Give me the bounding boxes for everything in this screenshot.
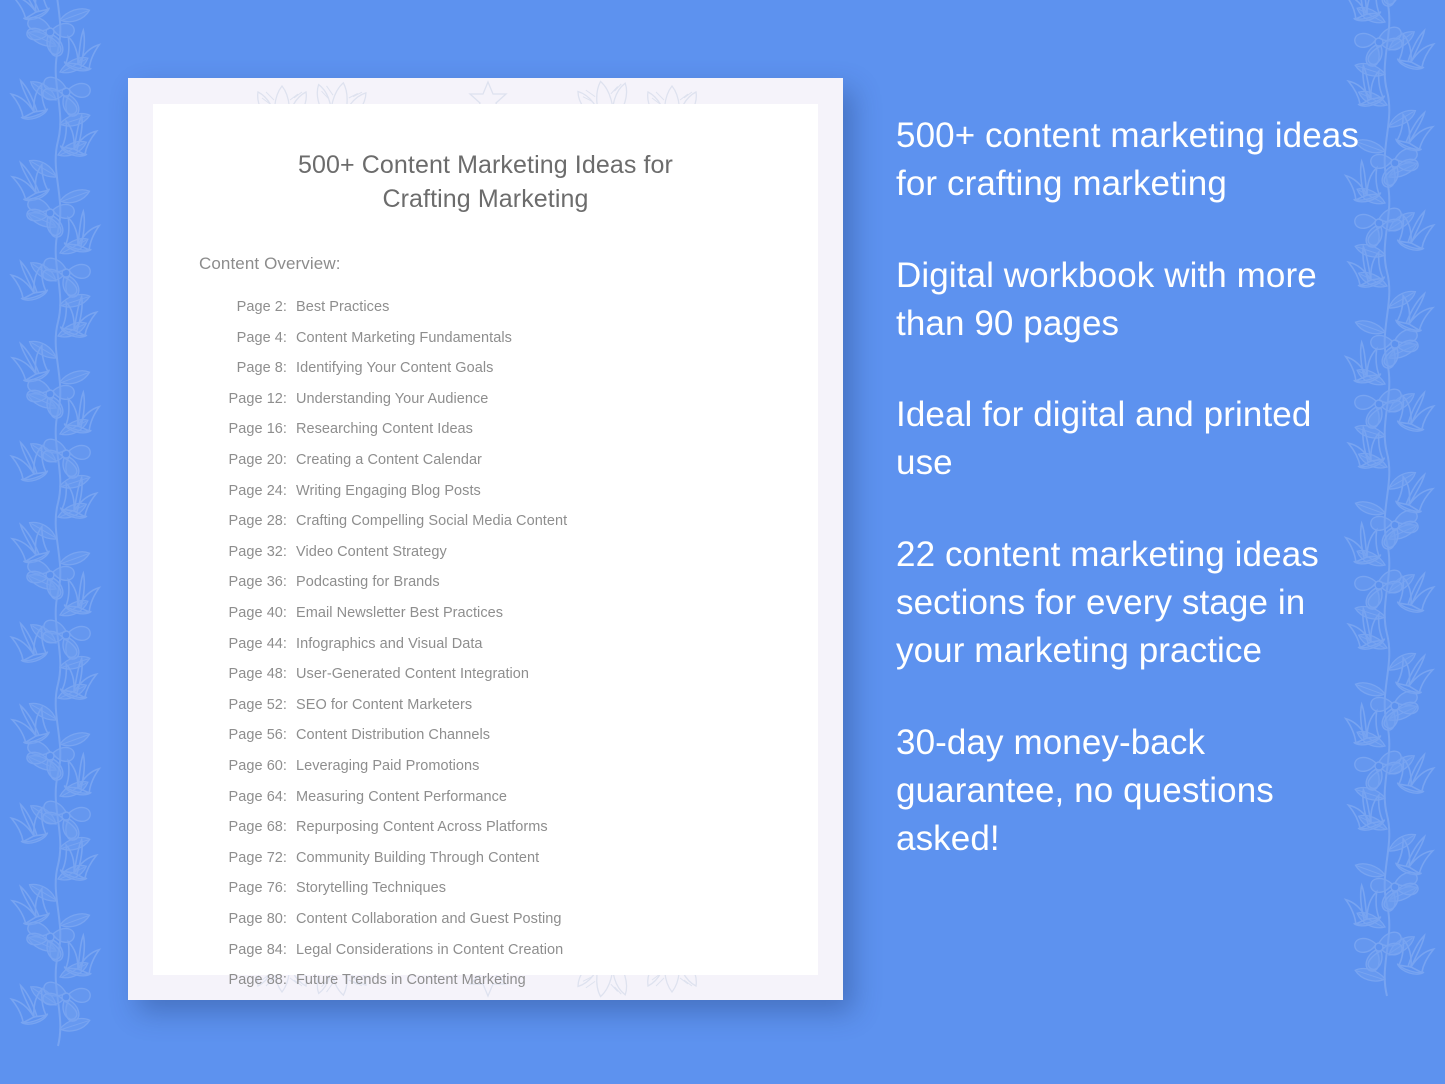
list-item: Page 12: Understanding Your Audience xyxy=(223,384,818,415)
list-item: Page 16: Researching Content Ideas xyxy=(223,414,818,445)
toc-entry-title: Understanding Your Audience xyxy=(296,390,489,407)
toc-page-number: Page 64: xyxy=(228,788,287,805)
document-page: 500+ Content Marketing Ideas for Craftin… xyxy=(153,104,818,987)
list-item: Page 8: Identifying Your Content Goals xyxy=(223,353,818,384)
list-item: Page 48: User-Generated Content Integrat… xyxy=(223,659,818,690)
toc-page-number: Page 28: xyxy=(228,513,287,530)
list-item: Page 4: Content Marketing Fundamentals xyxy=(223,323,818,354)
toc-page-number: Page 16: xyxy=(228,421,287,438)
promo-copy-list: 500+ content marketing ideas for craftin… xyxy=(896,112,1366,864)
toc-entry-title: Infographics and Visual Data xyxy=(296,635,483,652)
page-title-line-2: Crafting Marketing xyxy=(382,185,589,213)
promo-item: Digital workbook with more than 90 pages xyxy=(896,255,1317,343)
toc-entry-title: Podcasting for Brands xyxy=(296,574,440,591)
toc-page-number: Page 84: xyxy=(228,941,287,958)
list-item: Page 40: Email Newsletter Best Practices xyxy=(223,598,818,629)
toc-entry-title: Storytelling Techniques xyxy=(296,880,447,897)
list-item: Page 60: Leveraging Paid Promotions xyxy=(223,751,818,782)
toc-entry-title: Writing Engaging Blog Posts xyxy=(296,482,481,499)
toc-entry-title: Identifying Your Content Goals xyxy=(296,360,494,377)
list-item: Page 88: Future Trends in Content Market… xyxy=(223,965,818,996)
list-item: Page 2: Best Practices xyxy=(223,292,818,323)
toc-page-number: Page 52: xyxy=(228,696,287,713)
list-item: Page 36: Podcasting for Brands xyxy=(223,567,818,598)
document-card: 500+ Content Marketing Ideas for Craftin… xyxy=(128,78,843,1000)
toc-page-number: Page 60: xyxy=(228,757,287,774)
toc-page-number: Page 12: xyxy=(228,390,287,407)
toc-entry-title: Content Distribution Channels xyxy=(296,727,491,744)
list-item: Page 24: Writing Engaging Blog Posts xyxy=(223,476,818,507)
toc-entry-title: Content Marketing Fundamentals xyxy=(296,329,512,346)
toc-page-number: Page 56: xyxy=(228,727,287,744)
toc-page-number: Page 68: xyxy=(228,819,287,836)
list-item: Page 76: Storytelling Techniques xyxy=(223,873,818,904)
toc-entry-title: Repurposing Content Across Platforms xyxy=(296,819,548,836)
toc-page-number: Page 4: xyxy=(236,329,287,346)
toc-page-number: Page 20: xyxy=(228,452,287,469)
toc-entry-title: Best Practices xyxy=(296,299,390,316)
table-of-contents-list: Page 2: Best Practices Page 4: Content M… xyxy=(153,274,818,1000)
toc-entry-title: Researching Content Ideas xyxy=(296,421,473,438)
toc-page-number: Page 24: xyxy=(228,482,287,499)
promo-item: Ideal for digital and printed use xyxy=(896,395,1312,483)
list-item: Page 80: Content Collaboration and Guest… xyxy=(223,904,818,935)
toc-entry-title: Creating a Content Calendar xyxy=(296,452,482,469)
list-item: Page 52: SEO for Content Marketers xyxy=(223,690,818,721)
toc-entry-title: User-Generated Content Integration xyxy=(296,666,530,683)
toc-entry-title: Email Newsletter Best Practices xyxy=(296,604,504,621)
left-floral-border xyxy=(0,0,118,1084)
list-item: Page 44: Infographics and Visual Data xyxy=(223,629,818,660)
list-item: Page 28: Crafting Compelling Social Medi… xyxy=(223,506,818,537)
page-title: 500+ Content Marketing Ideas for Craftin… xyxy=(153,104,818,216)
list-item: Page 84: Legal Considerations in Content… xyxy=(223,934,818,965)
toc-entry-title: Video Content Strategy xyxy=(296,543,447,560)
list-item: Page 72: Community Building Through Cont… xyxy=(223,843,818,874)
toc-page-number: Page 8: xyxy=(236,360,287,377)
promo-item: 30-day money-back guarantee, no question… xyxy=(896,722,1274,859)
toc-page-number: Page 32: xyxy=(228,543,287,560)
toc-entry-title: Community Building Through Content xyxy=(296,849,540,866)
list-item: Page 64: Measuring Content Performance xyxy=(223,782,818,813)
toc-page-number: Page 36: xyxy=(228,574,287,591)
toc-page-number: Page 72: xyxy=(228,849,287,866)
floral-vine-icon xyxy=(0,0,118,1084)
content-overview-label: Content Overview: xyxy=(199,254,341,273)
toc-entry-title: Legal Considerations in Content Creation xyxy=(296,941,564,958)
toc-entry-title: Crafting Compelling Social Media Content xyxy=(296,513,568,530)
toc-page-number: Page 80: xyxy=(228,910,287,927)
list-item: Page 32: Video Content Strategy xyxy=(223,537,818,568)
page-title-line-1: 500+ Content Marketing Ideas for xyxy=(298,151,673,179)
toc-page-number: Page 2: xyxy=(236,299,287,316)
toc-page-number: Page 44: xyxy=(228,635,287,652)
toc-page-number: Page 48: xyxy=(228,666,287,683)
toc-entry-title: SEO for Content Marketers xyxy=(296,696,473,713)
list-item: Page 92: Notes Template xyxy=(223,996,818,1000)
toc-page-number: Page 76: xyxy=(228,880,287,897)
toc-entry-title: Content Collaboration and Guest Posting xyxy=(296,910,562,927)
promo-item: 22 content marketing ideas sections for … xyxy=(896,534,1319,671)
list-item: Page 56: Content Distribution Channels xyxy=(223,720,818,751)
toc-entry-title: Future Trends in Content Marketing xyxy=(296,972,526,989)
toc-page-number: Page 40: xyxy=(228,604,287,621)
promo-item: 500+ content marketing ideas for craftin… xyxy=(896,116,1359,204)
toc-page-number: Page 88: xyxy=(228,972,287,989)
toc-entry-title: Measuring Content Performance xyxy=(296,788,507,805)
list-item: Page 68: Repurposing Content Across Plat… xyxy=(223,812,818,843)
list-item: Page 20: Creating a Content Calendar xyxy=(223,445,818,476)
toc-entry-title: Leveraging Paid Promotions xyxy=(296,757,480,774)
